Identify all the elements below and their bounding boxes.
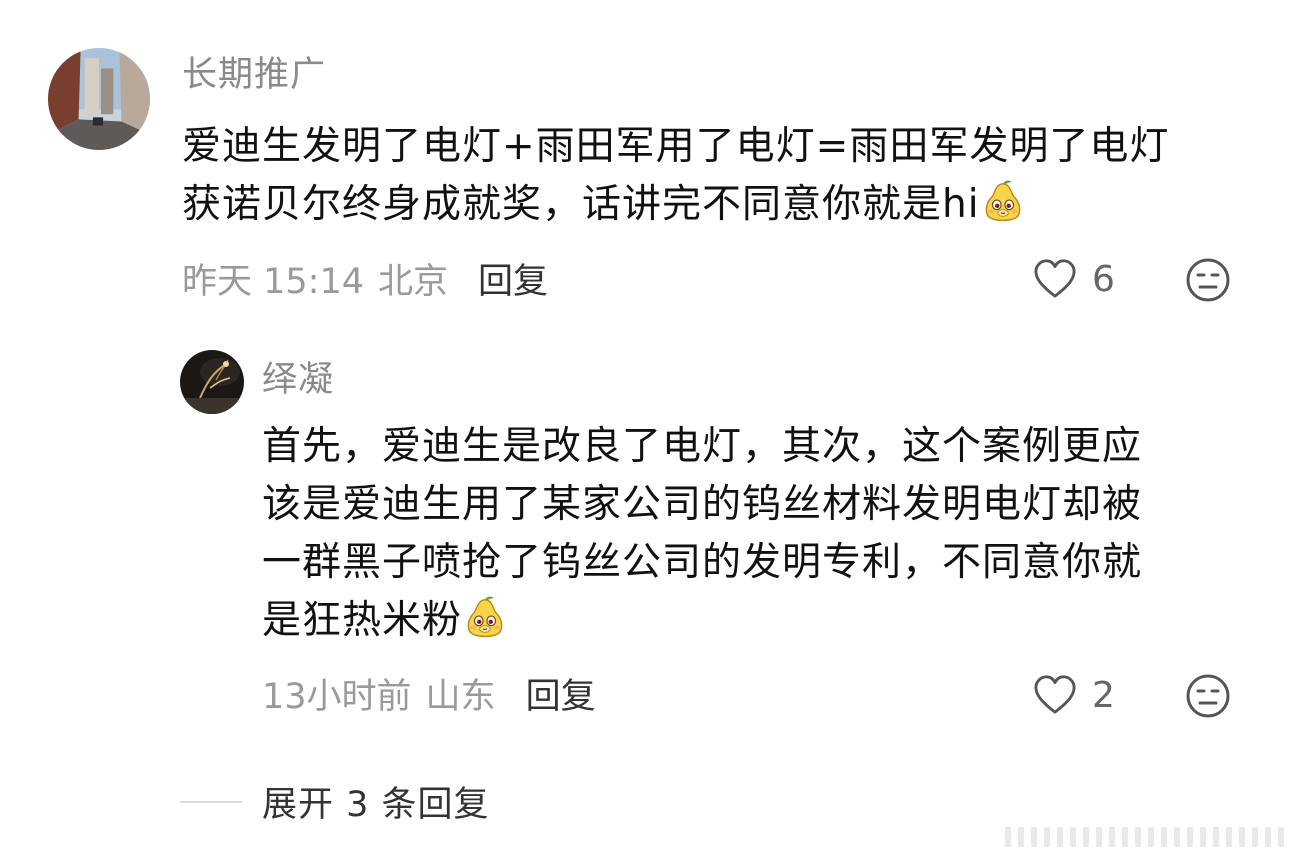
reply-time: 13小时前 (262, 677, 412, 717)
like-button[interactable]: 2 (1032, 674, 1115, 716)
heart-outline-icon (1034, 259, 1076, 298)
reply-text-line: 该是爱迪生用了某家公司的钨丝材料发明电灯却被 (262, 482, 1143, 527)
expand-replies-label: 展开 3 条回复 (262, 785, 490, 825)
pear-face-emoji (467, 596, 503, 638)
like-count: 2 (1092, 674, 1115, 716)
reply-text: 首先，爱迪生是改良了电灯，其次，这个案例更应 该是爱迪生用了某家公司的钨丝材料发… (262, 418, 1262, 650)
reply-meta: 13小时前 山东 回复 (262, 677, 596, 717)
comment-text: 爱迪生发明了电灯+雨田军用了电灯=雨田军发明了电灯 获诺贝尔终身成就奖，话讲完不… (182, 118, 1262, 234)
comment-username[interactable]: 长期推广 (182, 55, 326, 95)
comment-thread: 长期推广 爱迪生发明了电灯+雨田军用了电灯=雨田军发明了电灯 获诺贝尔终身成就奖… (0, 0, 1300, 861)
reply-username[interactable]: 绎凝 (262, 360, 334, 400)
pear-face-emoji (985, 180, 1020, 222)
like-count: 6 (1092, 258, 1115, 300)
user-avatar[interactable] (180, 350, 244, 414)
reply-text-line: 是狂热米粉 (262, 592, 1262, 650)
divider-line (180, 800, 242, 803)
reply-location: 山东 (425, 677, 496, 717)
comment-meta: 昨天 15:14 北京 回复 (182, 262, 548, 302)
expand-replies-button[interactable]: 展开 3 条回复 (180, 776, 490, 827)
reply-text-line: 首先，爱迪生是改良了电灯，其次，这个案例更应 (262, 424, 1143, 469)
watermark-bars (1005, 827, 1284, 847)
meh-face-icon[interactable] (1184, 672, 1232, 720)
comment-time: 昨天 15:14 (182, 262, 364, 302)
heart-outline-icon (1034, 675, 1076, 714)
user-avatar[interactable] (48, 48, 150, 150)
like-button[interactable]: 6 (1032, 258, 1115, 300)
comment-location: 北京 (378, 262, 449, 302)
reply-button[interactable]: 回复 (478, 262, 548, 302)
meh-face-icon[interactable] (1184, 256, 1232, 304)
reply-text-line: 一群黑子喷抢了钨丝公司的发明专利，不同意你就 (262, 540, 1143, 585)
reply-button[interactable]: 回复 (526, 677, 596, 717)
comment-text-line: 爱迪生发明了电灯+雨田军用了电灯=雨田军发明了电灯 (182, 124, 1170, 169)
comment-text-line: 获诺贝尔终身成就奖，话讲完不同意你就是hi (182, 176, 1262, 234)
reply-text-segment: 是狂热米粉 (262, 598, 463, 643)
comment-text-segment: 获诺贝尔终身成就奖，话讲完不同意你就是hi (182, 182, 980, 227)
